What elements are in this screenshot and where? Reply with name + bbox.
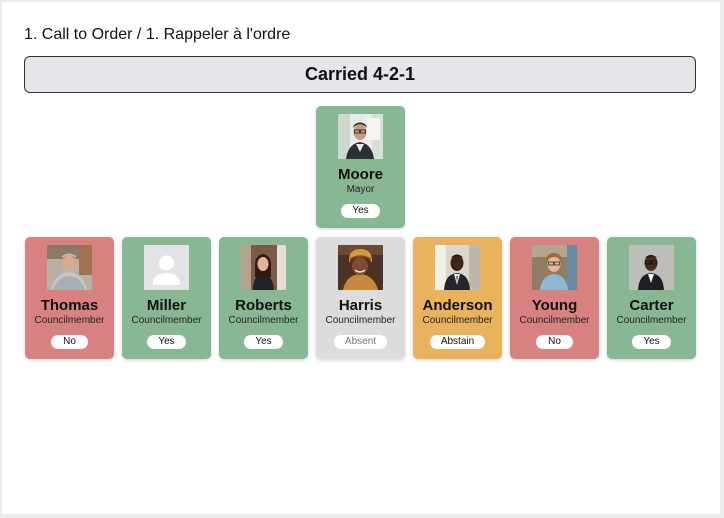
- vote-badge: No: [51, 335, 88, 349]
- member-name: Carter: [629, 297, 674, 314]
- member-role: Councilmember: [34, 315, 105, 326]
- member-card-carter: Carter Councilmember Yes: [607, 237, 696, 359]
- member-photo: [47, 245, 92, 290]
- member-card-thomas: Thomas Councilmember No: [25, 237, 114, 359]
- vote-badge: Yes: [244, 335, 283, 349]
- member-role: Councilmember: [131, 315, 202, 326]
- member-role: Councilmember: [519, 315, 590, 326]
- member-name: Harris: [338, 297, 383, 314]
- member-role: Councilmember: [325, 315, 396, 326]
- vote-badge: Abstain: [429, 335, 486, 349]
- member-card-miller: Miller Councilmember Yes: [122, 237, 211, 359]
- member-photo: [338, 114, 383, 159]
- vote-badge: No: [536, 335, 573, 349]
- member-role: Mayor: [346, 184, 375, 195]
- member-card-harris: Harris Councilmember Absent: [316, 237, 405, 359]
- member-role: Councilmember: [422, 315, 493, 326]
- member-card-roberts: Roberts Councilmember Yes: [219, 237, 308, 359]
- member-name: Anderson: [422, 297, 493, 314]
- default-avatar-icon: [144, 245, 189, 290]
- agenda-item-title: 1. Call to Order / 1. Rappeler à l'ordre: [24, 26, 291, 43]
- vote-result-banner: Carried 4-2-1: [24, 56, 696, 93]
- member-name: Moore: [338, 166, 383, 183]
- member-photo: [338, 245, 383, 290]
- member-card-anderson: Anderson Councilmember Abstain: [413, 237, 502, 359]
- member-role: Councilmember: [228, 315, 299, 326]
- member-role: Councilmember: [616, 315, 687, 326]
- vote-badge: Yes: [147, 335, 186, 349]
- member-photo: [629, 245, 674, 290]
- member-name: Young: [531, 297, 578, 314]
- member-name: Roberts: [235, 297, 292, 314]
- member-card-young: Young Councilmember No: [510, 237, 599, 359]
- member-photo: [241, 245, 286, 290]
- member-name: Miller: [146, 297, 187, 314]
- vote-badge: Absent: [333, 335, 388, 349]
- vote-badge: Yes: [632, 335, 671, 349]
- member-photo: [532, 245, 577, 290]
- vote-badge: Yes: [341, 204, 380, 218]
- member-photo: [435, 245, 480, 290]
- member-name: Thomas: [40, 297, 99, 314]
- member-card-moore: Moore Mayor Yes: [316, 106, 405, 228]
